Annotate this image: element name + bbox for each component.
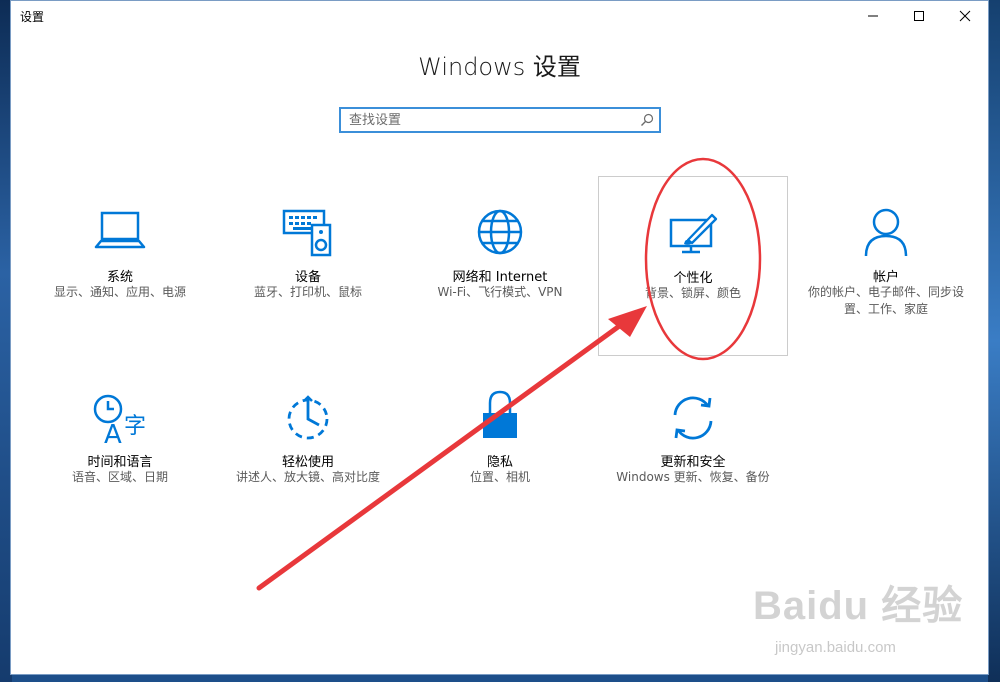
tile-system[interactable]: 系统 显示、通知、应用、电源 (25, 181, 215, 361)
tile-label: 网络和 Internet (452, 270, 548, 285)
minimize-icon (868, 15, 878, 17)
tile-label: 帐户 (872, 270, 899, 285)
tile-description: 位置、相机 (469, 470, 530, 484)
tile-description: 显示、通知、应用、电源 (53, 285, 186, 299)
laptop-icon (94, 211, 146, 249)
maximize-button[interactable] (896, 1, 942, 31)
tile-network[interactable]: 网络和 Internet Wi-Fi、飞行模式、VPN (405, 181, 595, 361)
window-title: 设置 (20, 10, 45, 24)
title-bar[interactable]: 设置 (11, 1, 988, 31)
search-input[interactable] (341, 109, 647, 131)
maximize-icon (914, 11, 924, 21)
svg-text:字: 字 (124, 414, 146, 439)
ease-of-access-icon (287, 395, 329, 440)
close-button[interactable] (942, 1, 988, 31)
search-box[interactable] (339, 107, 661, 133)
tile-privacy[interactable]: 隐私 位置、相机 (405, 365, 595, 545)
tile-description: 讲述人、放大镜、高对比度 (235, 470, 380, 484)
close-icon (959, 10, 971, 22)
tile-ease-of-access[interactable]: 轻松使用 讲述人、放大镜、高对比度 (213, 365, 403, 545)
tile-description: Wi-Fi、飞行模式、VPN (437, 285, 563, 299)
tile-label: 设备 (294, 270, 321, 285)
keyboard-speaker-icon (282, 209, 332, 257)
paint-screen-icon (669, 213, 718, 254)
tile-label: 系统 (106, 270, 133, 285)
refresh-icon (673, 396, 713, 440)
tile-personalization[interactable]: 个性化 背景、锁屏、颜色 (598, 176, 788, 356)
minimize-button[interactable] (850, 1, 896, 31)
lock-icon (483, 390, 517, 438)
tile-accounts[interactable]: 帐户 你的帐户、电子邮件、同步设置、工作、家庭 (791, 181, 981, 361)
time-language-icon: A 字 (93, 394, 146, 450)
tile-description: Windows 更新、恢复、备份 (616, 470, 770, 484)
tile-update-security[interactable]: 更新和安全 Windows 更新、恢复、备份 (598, 365, 788, 545)
desktop-background-right (988, 0, 1000, 682)
tile-description: 你的帐户、电子邮件、同步设置、工作、家庭 (807, 285, 964, 316)
globe-icon (477, 209, 523, 255)
tile-description: 蓝牙、打印机、鼠标 (253, 285, 362, 299)
tile-description: 语音、区域、日期 (71, 470, 168, 484)
search-icon[interactable] (639, 112, 655, 128)
tile-label: 时间和语言 (87, 455, 153, 470)
tile-label: 个性化 (673, 271, 713, 286)
settings-window: 设置 Windows 设置 系统 显示、通知、应用、电源 (10, 0, 989, 675)
baidu-watermark: Baidu 经验 jingyan.baidu.com (753, 573, 983, 663)
tile-label: 更新和安全 (660, 455, 726, 470)
tile-label: 隐私 (486, 455, 513, 470)
tile-devices[interactable]: 设备 蓝牙、打印机、鼠标 (213, 181, 403, 361)
svg-text:A: A (104, 420, 122, 450)
person-icon (864, 208, 908, 257)
page-title: Windows 设置 (418, 53, 581, 81)
tile-label: 轻松使用 (281, 455, 334, 470)
watermark-url: jingyan.baidu.com (775, 639, 896, 656)
tile-description: 背景、锁屏、颜色 (644, 286, 741, 300)
tile-time-language[interactable]: A 字 时间和语言 语音、区域、日期 (25, 365, 215, 545)
baidu-logo: Baidu 经验 (753, 584, 964, 628)
